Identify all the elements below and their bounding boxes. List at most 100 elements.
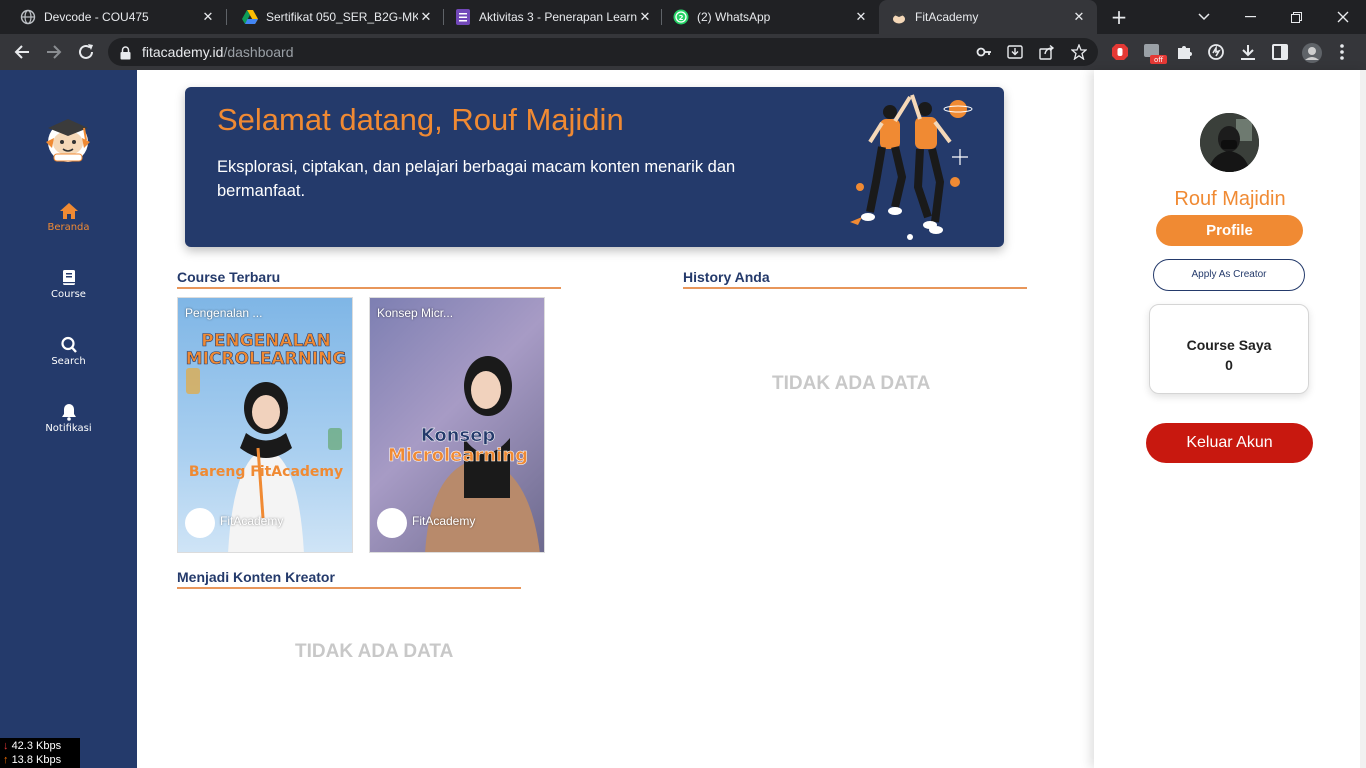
fitacademy-logo [377,508,407,538]
key-icon[interactable] [976,44,992,60]
svg-text:2: 2 [679,14,684,22]
sidebar-item-label: Search [51,356,86,367]
course-headline: Microlearning [387,445,529,466]
welcome-banner: Selamat datang, Rouf Majidin Eksplorasi,… [185,87,1004,247]
fitacademy-icon [891,9,907,25]
course-headline: Konsep [420,425,496,446]
course-headline: MICROLEARNING [185,349,347,369]
back-arrow-icon[interactable] [10,40,34,64]
sidebar-item-notifikasi[interactable]: Notifikasi [0,403,137,434]
close-icon[interactable]: ✕ [1071,9,1087,25]
reload-icon[interactable] [74,40,98,64]
bell-icon [59,403,79,421]
url-host: fitacademy.id [142,44,224,60]
download-speed: 42.3 Kbps [11,740,62,752]
screen-extension-icon[interactable]: off [1143,43,1167,64]
globe-icon [20,9,36,25]
course-card-title: Konsep Micr... [377,306,454,320]
share-icon[interactable] [1039,44,1055,60]
url-text: fitacademy.id/dashboard [142,44,294,60]
scrollbar[interactable] [1360,70,1366,768]
tab-title: Devcode - COU475 [44,10,149,24]
url-path: /dashboard [223,44,294,60]
page: Beranda Course Search Notifikasi Selamat… [0,70,1366,768]
browser-tab[interactable]: 2 (2) WhatsApp ✕ [653,0,879,34]
browser-toolbar: fitacademy.id/dashboard off [0,34,1366,70]
logout-button[interactable]: Keluar Akun [1146,423,1313,463]
google-drive-icon [242,9,258,25]
browser-tab-active[interactable]: FitAcademy ✕ [879,0,1097,34]
side-panel-icon[interactable] [1271,43,1289,61]
tab-title: FitAcademy [915,10,979,24]
sync-extension-icon[interactable] [1207,43,1225,61]
profile-avatar-icon[interactable] [1302,43,1322,63]
course-card[interactable]: Konsep Micr... Konsep Microlearning FitA… [369,297,545,553]
book-icon [59,269,79,287]
sidebar-item-label: Notifikasi [45,423,92,434]
browser-tab[interactable]: Devcode - COU475 ✕ [0,0,226,34]
course-terbaru-heading: Course Terbaru [177,269,561,289]
sidebar-item-course[interactable]: Course [0,269,137,300]
profile-panel: Rouf Majidin Profile Apply As Creator Co… [1094,70,1366,768]
menu-dots-icon[interactable] [1339,43,1357,61]
history-heading: History Anda [683,269,1027,289]
install-icon[interactable] [1007,44,1023,60]
bookmark-star-icon[interactable] [1070,43,1088,61]
home-icon [59,202,79,220]
sidebar-item-search[interactable]: Search [0,336,137,367]
upload-speed: 13.8 Kbps [11,754,62,766]
course-card[interactable]: Pengenalan ... PENGENALAN MICROLEARNING … [177,297,353,553]
tab-title: Aktivitas 3 - Penerapan Learn [479,10,637,24]
new-tab-button[interactable]: + [1109,7,1129,27]
apply-as-creator-button[interactable]: Apply As Creator [1153,259,1305,291]
tab-title: Sertifikat 050_SER_B2G-MKP_ [266,10,418,24]
browser-tab-bar: Devcode - COU475 ✕ Sertifikat 050_SER_B2… [0,0,1366,34]
course-saya-count: 0 [1225,357,1233,373]
sidebar-item-label: Beranda [47,222,90,233]
browser-tab[interactable]: Aktivitas 3 - Penerapan Learn ✕ [435,0,663,34]
address-bar[interactable]: fitacademy.id/dashboard [108,38,1098,66]
adblock-extension-icon[interactable] [1111,43,1129,61]
minimize-button[interactable] [1227,0,1273,34]
search-icon [59,336,79,354]
close-icon[interactable]: ✕ [637,9,653,25]
close-window-button[interactable] [1320,0,1366,34]
download-arrow-icon: ↓ [3,740,9,752]
whatsapp-icon: 2 [673,9,689,25]
lock-icon[interactable] [120,45,131,64]
students-illustration [840,87,980,247]
forward-arrow-icon[interactable] [42,40,66,64]
sidebar-item-label: Course [51,289,86,300]
welcome-subtitle: Eksplorasi, ciptakan, dan pelajari berba… [217,158,736,200]
tab-title: (2) WhatsApp [697,10,771,24]
forms-icon [455,9,471,25]
course-saya-label: Course Saya [1186,337,1272,353]
network-meter: ↓ 42.3 Kbps ↑ 13.8 Kbps [0,738,80,768]
browser-tab[interactable]: Sertifikat 050_SER_B2G-MKP_ ✕ [222,0,444,34]
close-icon[interactable]: ✕ [200,9,216,25]
course-brand: FitAcademy [220,514,284,528]
avatar[interactable] [1200,113,1259,172]
close-icon[interactable]: ✕ [853,9,869,25]
sidebar-item-beranda[interactable]: Beranda [0,202,137,233]
kreator-empty-text: TIDAK ADA DATA [295,641,454,662]
upload-arrow-icon: ↑ [3,754,9,766]
history-empty-text: TIDAK ADA DATA [772,373,931,394]
user-name: Rouf Majidin [1174,188,1286,210]
profile-button[interactable]: Profile [1156,215,1303,246]
extension-badge: off [1154,56,1163,64]
course-card-title: Pengenalan ... [185,306,263,320]
downloads-icon[interactable] [1239,43,1257,61]
course-saya-card[interactable]: Course Saya 0 [1149,304,1309,394]
course-brand: FitAcademy [412,514,476,528]
puzzle-extensions-icon[interactable] [1175,43,1193,61]
fitacademy-logo [185,508,215,538]
close-icon[interactable]: ✕ [418,9,434,25]
restore-button[interactable] [1273,0,1319,34]
course-tagline: Bareng FitAcademy [188,464,344,480]
fitacademy-logo[interactable] [42,112,94,164]
sidebar: Beranda Course Search Notifikasi [0,70,137,768]
welcome-title: Selamat datang, Rouf Majidin [217,102,624,137]
tab-search-icon[interactable] [1181,0,1227,34]
konten-kreator-heading: Menjadi Konten Kreator [177,569,521,589]
